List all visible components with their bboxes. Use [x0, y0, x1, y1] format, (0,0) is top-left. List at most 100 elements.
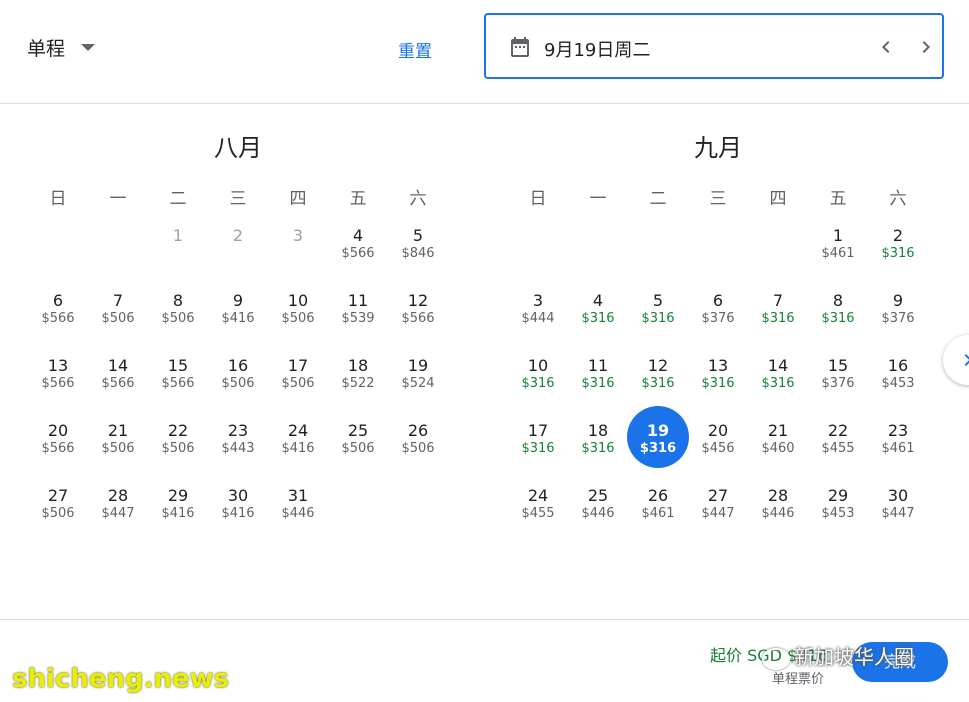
day-cell[interactable]: 21 $460 [748, 421, 808, 486]
day-cell[interactable]: 4 $566 [328, 226, 388, 291]
fare-type-note: 单程票价 [772, 672, 825, 687]
day-cell[interactable]: 14 $316 [748, 356, 808, 421]
day-price: $566 [401, 311, 435, 326]
day-cell[interactable]: 22 $455 [808, 421, 868, 486]
next-month-button[interactable] [943, 335, 969, 385]
day-number: 2 [892, 226, 904, 245]
day-cell[interactable]: 28 $447 [88, 486, 148, 551]
day-cell[interactable]: 18 $316 [568, 421, 628, 486]
day-cell[interactable]: 7 $316 [748, 291, 808, 356]
day-cell[interactable]: 9 $376 [868, 291, 928, 356]
day-cell[interactable]: 13 $316 [688, 356, 748, 421]
day-cell[interactable]: 27 $447 [688, 486, 748, 551]
day-cell[interactable]: 18 $522 [328, 356, 388, 421]
day-cell[interactable]: 11 $539 [328, 291, 388, 356]
day-cell[interactable]: 21 $506 [88, 421, 148, 486]
day-cell[interactable]: 31 $446 [268, 486, 328, 551]
day-cell[interactable]: 12 $566 [388, 291, 448, 356]
day-cell[interactable]: 27 $506 [28, 486, 88, 551]
day-cell[interactable]: 16 $453 [868, 356, 928, 421]
empty-day-cell [688, 226, 748, 291]
day-cell[interactable]: 9 $416 [208, 291, 268, 356]
day-cell[interactable]: 13 $566 [28, 356, 88, 421]
day-price: $506 [341, 441, 375, 456]
day-number: 23 [227, 421, 249, 440]
day-price: $376 [881, 311, 915, 326]
day-cell[interactable]: 17 $316 [508, 421, 568, 486]
day-number: 9 [232, 291, 244, 310]
day-cell[interactable]: 23 $461 [868, 421, 928, 486]
day-number: 22 [827, 421, 849, 440]
day-cell[interactable]: 7 $506 [88, 291, 148, 356]
day-cell[interactable]: 23 $443 [208, 421, 268, 486]
day-price: $506 [161, 441, 195, 456]
day-cell[interactable]: 14 $566 [88, 356, 148, 421]
next-date-button[interactable] [914, 35, 938, 59]
day-cell[interactable]: 29 $416 [148, 486, 208, 551]
empty-day-cell [628, 226, 688, 291]
weekday-header: 日一二三四五六 [508, 184, 928, 209]
day-number: 21 [107, 421, 129, 440]
day-cell[interactable]: 26 $506 [388, 421, 448, 486]
day-cell[interactable]: 15 $376 [808, 356, 868, 421]
day-cell[interactable]: 26 $461 [628, 486, 688, 551]
day-cell[interactable]: 6 $566 [28, 291, 88, 356]
selected-date-text: 9月19日周二 [544, 40, 651, 61]
day-number: 22 [167, 421, 189, 440]
day-price: $316 [639, 441, 677, 456]
day-cell[interactable]: 17 $506 [268, 356, 328, 421]
day-cell[interactable]: 30 $447 [868, 486, 928, 551]
day-cell[interactable]: 28 $446 [748, 486, 808, 551]
day-cell[interactable]: 19 $524 [388, 356, 448, 421]
day-cell[interactable]: 16 $506 [208, 356, 268, 421]
day-price: $316 [701, 376, 735, 391]
day-cell[interactable]: 8 $506 [148, 291, 208, 356]
day-price: $506 [41, 506, 75, 521]
day-cell[interactable]: 5 $846 [388, 226, 448, 291]
day-cell[interactable]: 10 $506 [268, 291, 328, 356]
day-cell[interactable]: 10 $316 [508, 356, 568, 421]
day-cell[interactable]: 2 $316 [868, 226, 928, 291]
trip-type-dropdown[interactable]: 单程 [27, 34, 96, 61]
day-price: $447 [101, 506, 135, 521]
day-cell[interactable]: 20 $566 [28, 421, 88, 486]
day-cell: 2 [208, 226, 268, 291]
day-number: 28 [107, 486, 129, 505]
day-cell[interactable]: 24 $455 [508, 486, 568, 551]
reset-button[interactable]: 重置 [398, 37, 432, 62]
day-cell-selected[interactable]: 19 $316 [627, 406, 689, 486]
day-number: 10 [287, 291, 309, 310]
day-cell[interactable]: 4 $316 [568, 291, 628, 356]
day-cell[interactable]: 8 $316 [808, 291, 868, 356]
day-cell[interactable]: 6 $376 [688, 291, 748, 356]
day-cell[interactable]: 29 $453 [808, 486, 868, 551]
day-cell[interactable]: 22 $506 [148, 421, 208, 486]
day-price: $416 [221, 506, 255, 521]
previous-date-button[interactable] [874, 35, 898, 59]
day-cell[interactable]: 5 $316 [628, 291, 688, 356]
day-cell[interactable]: 15 $566 [148, 356, 208, 421]
calendar-icon [511, 37, 529, 57]
day-price: $316 [521, 376, 555, 391]
day-price: $461 [881, 441, 915, 456]
day-number: 14 [107, 356, 129, 375]
departure-date-field[interactable]: 9月19日周二 [484, 13, 944, 79]
day-price: $506 [281, 376, 315, 391]
weekday-label: 五 [829, 189, 847, 209]
day-number: 4 [592, 291, 604, 310]
day-cell[interactable]: 24 $416 [268, 421, 328, 486]
weekday-label: 日 [49, 189, 67, 209]
day-cell[interactable]: 25 $506 [328, 421, 388, 486]
day-number: 18 [587, 421, 609, 440]
day-cell[interactable]: 30 $416 [208, 486, 268, 551]
day-cell[interactable]: 20 $456 [688, 421, 748, 486]
weekday-label: 四 [289, 189, 307, 209]
day-cell[interactable]: 1 $461 [808, 226, 868, 291]
day-number: 15 [167, 356, 189, 375]
month-title: 八月 [214, 134, 262, 162]
day-cell[interactable]: 25 $446 [568, 486, 628, 551]
day-grid: 1 $461 2 $316 3 $444 4 $316 5 $316 6 $376 7 $316 8 $316… [508, 226, 928, 551]
day-number: 17 [287, 356, 309, 375]
day-cell[interactable]: 11 $316 [568, 356, 628, 421]
day-cell[interactable]: 3 $444 [508, 291, 568, 356]
